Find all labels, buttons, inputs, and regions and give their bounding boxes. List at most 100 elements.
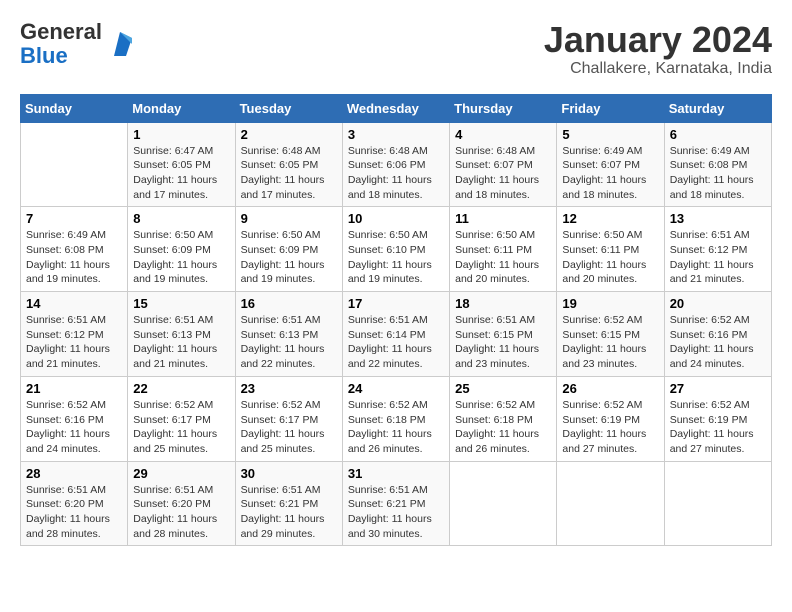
day-number: 1: [133, 127, 229, 142]
day-info: Sunrise: 6:51 AM Sunset: 6:20 PM Dayligh…: [133, 483, 229, 542]
weekday-header: Monday: [128, 94, 235, 122]
day-number: 19: [562, 296, 658, 311]
calendar-cell: 30 Sunrise: 6:51 AM Sunset: 6:21 PM Dayli…: [235, 461, 342, 546]
calendar-cell: 17Sunrise: 6:51 AM Sunset: 6:14 PM Dayli…: [342, 292, 449, 377]
logo-text: General Blue: [20, 20, 102, 68]
weekday-header: Wednesday: [342, 94, 449, 122]
calendar-cell: 18Sunrise: 6:51 AM Sunset: 6:15 PM Dayli…: [450, 292, 557, 377]
day-info: Sunrise: 6:51 AM Sunset: 6:20 PM Dayligh…: [26, 483, 122, 542]
logo-blue: Blue: [20, 43, 68, 68]
day-number: 11: [455, 211, 551, 226]
calendar-cell: 21 Sunrise: 6:52 AM Sunset: 6:16 PM Dayli…: [21, 376, 128, 461]
calendar-cell: 19 Sunrise: 6:52 AM Sunset: 6:15 PM Dayli…: [557, 292, 664, 377]
day-number: 3: [348, 127, 444, 142]
day-info: Sunrise: 6:52 AM Sunset: 6:18 PM Dayligh…: [455, 398, 551, 457]
calendar-week-row: 28 Sunrise: 6:51 AM Sunset: 6:20 PM Dayli…: [21, 461, 772, 546]
day-info: Sunrise: 6:52 AM Sunset: 6:16 PM Dayligh…: [670, 313, 766, 372]
day-info: Sunrise: 6:52 AM Sunset: 6:17 PM Dayligh…: [133, 398, 229, 457]
day-number: 13: [670, 211, 766, 226]
calendar-cell: 22 Sunrise: 6:52 AM Sunset: 6:17 PM Dayli…: [128, 376, 235, 461]
day-info: Sunrise: 6:51 AM Sunset: 6:13 PM Dayligh…: [241, 313, 337, 372]
day-info: Sunrise: 6:51 AM Sunset: 6:21 PM Dayligh…: [348, 483, 444, 542]
calendar-cell: 12Sunrise: 6:50 AM Sunset: 6:11 PM Dayli…: [557, 207, 664, 292]
calendar-cell: 16 Sunrise: 6:51 AM Sunset: 6:13 PM Dayli…: [235, 292, 342, 377]
day-number: 14: [26, 296, 122, 311]
day-info: Sunrise: 6:50 AM Sunset: 6:11 PM Dayligh…: [455, 228, 551, 287]
day-number: 6: [670, 127, 766, 142]
day-info: Sunrise: 6:50 AM Sunset: 6:09 PM Dayligh…: [133, 228, 229, 287]
calendar-cell: 15 Sunrise: 6:51 AM Sunset: 6:13 PM Dayli…: [128, 292, 235, 377]
day-number: 22: [133, 381, 229, 396]
day-info: Sunrise: 6:52 AM Sunset: 6:18 PM Dayligh…: [348, 398, 444, 457]
day-number: 28: [26, 466, 122, 481]
day-info: Sunrise: 6:52 AM Sunset: 6:15 PM Dayligh…: [562, 313, 658, 372]
weekday-header: Friday: [557, 94, 664, 122]
page-title: January 2024: [544, 20, 772, 60]
logo: General Blue: [20, 20, 136, 68]
day-number: 5: [562, 127, 658, 142]
calendar-cell: 3 Sunrise: 6:48 AM Sunset: 6:06 PM Daylig…: [342, 122, 449, 207]
logo-icon: [104, 28, 136, 60]
title-block: January 2024 Challakere, Karnataka, Indi…: [544, 20, 772, 78]
day-info: Sunrise: 6:49 AM Sunset: 6:08 PM Dayligh…: [26, 228, 122, 287]
calendar-cell: 23Sunrise: 6:52 AM Sunset: 6:17 PM Dayli…: [235, 376, 342, 461]
day-info: Sunrise: 6:51 AM Sunset: 6:21 PM Dayligh…: [241, 483, 337, 542]
calendar-cell: 25Sunrise: 6:52 AM Sunset: 6:18 PM Dayli…: [450, 376, 557, 461]
day-info: Sunrise: 6:52 AM Sunset: 6:19 PM Dayligh…: [670, 398, 766, 457]
day-number: 20: [670, 296, 766, 311]
calendar-cell: 2 Sunrise: 6:48 AM Sunset: 6:05 PM Daylig…: [235, 122, 342, 207]
calendar-cell: 9 Sunrise: 6:50 AM Sunset: 6:09 PM Daylig…: [235, 207, 342, 292]
calendar-cell: 26 Sunrise: 6:52 AM Sunset: 6:19 PM Dayli…: [557, 376, 664, 461]
day-number: 4: [455, 127, 551, 142]
day-number: 15: [133, 296, 229, 311]
calendar-week-row: 21 Sunrise: 6:52 AM Sunset: 6:16 PM Dayli…: [21, 376, 772, 461]
day-number: 9: [241, 211, 337, 226]
calendar-cell: [557, 461, 664, 546]
day-info: Sunrise: 6:51 AM Sunset: 6:12 PM Dayligh…: [670, 228, 766, 287]
day-info: Sunrise: 6:52 AM Sunset: 6:19 PM Dayligh…: [562, 398, 658, 457]
calendar-cell: 8 Sunrise: 6:50 AM Sunset: 6:09 PM Daylig…: [128, 207, 235, 292]
weekday-header: Saturday: [664, 94, 771, 122]
day-info: Sunrise: 6:49 AM Sunset: 6:07 PM Dayligh…: [562, 144, 658, 203]
page-header: General Blue January 2024 Challakere, Ka…: [20, 20, 772, 78]
page-subtitle: Challakere, Karnataka, India: [544, 60, 772, 78]
calendar-cell: 13 Sunrise: 6:51 AM Sunset: 6:12 PM Dayli…: [664, 207, 771, 292]
day-info: Sunrise: 6:48 AM Sunset: 6:05 PM Dayligh…: [241, 144, 337, 203]
calendar-cell: 10Sunrise: 6:50 AM Sunset: 6:10 PM Dayli…: [342, 207, 449, 292]
day-number: 31: [348, 466, 444, 481]
calendar-cell: 20 Sunrise: 6:52 AM Sunset: 6:16 PM Dayli…: [664, 292, 771, 377]
calendar-cell: 4 Sunrise: 6:48 AM Sunset: 6:07 PM Daylig…: [450, 122, 557, 207]
day-info: Sunrise: 6:50 AM Sunset: 6:10 PM Dayligh…: [348, 228, 444, 287]
day-number: 2: [241, 127, 337, 142]
day-info: Sunrise: 6:49 AM Sunset: 6:08 PM Dayligh…: [670, 144, 766, 203]
weekday-header: Sunday: [21, 94, 128, 122]
calendar-header-row: SundayMondayTuesdayWednesdayThursdayFrid…: [21, 94, 772, 122]
day-info: Sunrise: 6:51 AM Sunset: 6:15 PM Dayligh…: [455, 313, 551, 372]
day-number: 16: [241, 296, 337, 311]
calendar-cell: [21, 122, 128, 207]
day-info: Sunrise: 6:48 AM Sunset: 6:07 PM Dayligh…: [455, 144, 551, 203]
weekday-header: Thursday: [450, 94, 557, 122]
day-number: 26: [562, 381, 658, 396]
day-number: 30: [241, 466, 337, 481]
calendar-cell: 24Sunrise: 6:52 AM Sunset: 6:18 PM Dayli…: [342, 376, 449, 461]
day-info: Sunrise: 6:51 AM Sunset: 6:13 PM Dayligh…: [133, 313, 229, 372]
calendar-cell: 1Sunrise: 6:47 AM Sunset: 6:05 PM Daylig…: [128, 122, 235, 207]
day-number: 17: [348, 296, 444, 311]
day-info: Sunrise: 6:48 AM Sunset: 6:06 PM Dayligh…: [348, 144, 444, 203]
day-info: Sunrise: 6:52 AM Sunset: 6:17 PM Dayligh…: [241, 398, 337, 457]
day-number: 8: [133, 211, 229, 226]
day-info: Sunrise: 6:52 AM Sunset: 6:16 PM Dayligh…: [26, 398, 122, 457]
calendar-week-row: 7 Sunrise: 6:49 AM Sunset: 6:08 PM Daylig…: [21, 207, 772, 292]
calendar-cell: 28 Sunrise: 6:51 AM Sunset: 6:20 PM Dayli…: [21, 461, 128, 546]
day-info: Sunrise: 6:50 AM Sunset: 6:11 PM Dayligh…: [562, 228, 658, 287]
calendar-cell: 29Sunrise: 6:51 AM Sunset: 6:20 PM Dayli…: [128, 461, 235, 546]
calendar-cell: 27 Sunrise: 6:52 AM Sunset: 6:19 PM Dayli…: [664, 376, 771, 461]
calendar-cell: 11 Sunrise: 6:50 AM Sunset: 6:11 PM Dayli…: [450, 207, 557, 292]
day-number: 21: [26, 381, 122, 396]
day-info: Sunrise: 6:50 AM Sunset: 6:09 PM Dayligh…: [241, 228, 337, 287]
day-number: 7: [26, 211, 122, 226]
weekday-header: Tuesday: [235, 94, 342, 122]
day-number: 27: [670, 381, 766, 396]
logo-general: General: [20, 19, 102, 44]
